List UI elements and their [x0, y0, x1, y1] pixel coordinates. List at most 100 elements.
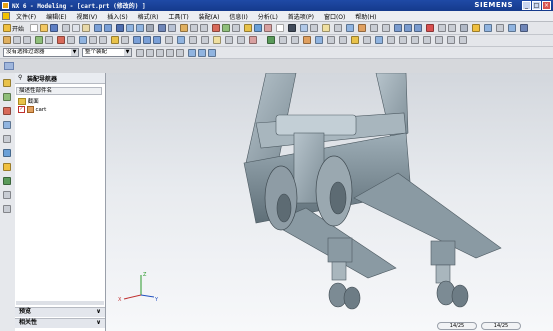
- menu-window[interactable]: 窗口(O): [320, 11, 349, 21]
- system-materials-icon[interactable]: [3, 163, 11, 171]
- menu-view[interactable]: 视图(V): [72, 11, 101, 21]
- thickness-icon[interactable]: [327, 36, 335, 44]
- assembly-icon[interactable]: [244, 24, 252, 32]
- rotate-icon[interactable]: [146, 24, 154, 32]
- assembly-navigator-icon[interactable]: [3, 79, 11, 87]
- history-icon[interactable]: [3, 149, 11, 157]
- snap-mid-icon[interactable]: [208, 49, 216, 57]
- nx-app-icon[interactable]: [2, 2, 9, 9]
- assembly-scope-select[interactable]: 整个装配 ▼: [82, 48, 132, 57]
- constraint-navigator-icon[interactable]: [3, 93, 11, 101]
- start-button[interactable]: 开始: [12, 24, 24, 33]
- array-icon[interactable]: [447, 36, 455, 44]
- line-icon[interactable]: [143, 36, 151, 44]
- menu-preferences[interactable]: 首选项(P): [284, 11, 318, 21]
- menu-insert[interactable]: 插入(S): [103, 11, 132, 21]
- shaded-icon[interactable]: [158, 24, 166, 32]
- snap-point-icon[interactable]: [188, 49, 196, 57]
- hide-icon[interactable]: [438, 24, 446, 32]
- paste-icon[interactable]: [82, 24, 90, 32]
- pan-icon[interactable]: [136, 24, 144, 32]
- clone-icon[interactable]: [459, 36, 467, 44]
- selection-filter-select[interactable]: 没有选择过滤器 ▼: [3, 48, 79, 57]
- web-browser-icon[interactable]: [3, 135, 11, 143]
- feature-icon[interactable]: [3, 36, 11, 44]
- select-all-icon[interactable]: [136, 49, 144, 57]
- curve-icon[interactable]: [133, 36, 141, 44]
- navigator-pin-icon[interactable]: ⚲: [18, 74, 22, 81]
- datum-icon[interactable]: [322, 24, 330, 32]
- tree-row-cart[interactable]: ✓ cart: [18, 106, 46, 113]
- graphics-window[interactable]: Z X Y 14/25 14/25: [106, 73, 553, 331]
- sequence-icon[interactable]: [387, 36, 395, 44]
- help-icon[interactable]: [472, 24, 480, 32]
- start-icon[interactable]: [3, 24, 11, 32]
- sketch-icon[interactable]: [180, 24, 188, 32]
- arc-icon[interactable]: [153, 36, 161, 44]
- snap-end-icon[interactable]: [198, 49, 206, 57]
- unite-icon[interactable]: [89, 36, 97, 44]
- menu-assembly[interactable]: 装配(A): [195, 11, 224, 21]
- material-icon[interactable]: [358, 24, 366, 32]
- offset-icon[interactable]: [121, 36, 129, 44]
- dimension-icon[interactable]: [225, 36, 233, 44]
- revolve-icon[interactable]: [200, 24, 208, 32]
- view-front-icon[interactable]: [394, 24, 402, 32]
- shell-icon[interactable]: [67, 36, 75, 44]
- copy-icon[interactable]: [72, 24, 80, 32]
- minimize-button[interactable]: _: [522, 1, 531, 10]
- section-icon[interactable]: [334, 24, 342, 32]
- pocket-icon[interactable]: [35, 36, 43, 44]
- curvature-icon[interactable]: [303, 36, 311, 44]
- save-icon[interactable]: [50, 24, 58, 32]
- customize-icon[interactable]: [496, 24, 504, 32]
- show-icon[interactable]: [448, 24, 456, 32]
- orient-icon[interactable]: [310, 24, 318, 32]
- layer-icon[interactable]: [300, 24, 308, 32]
- dependencies-panel[interactable]: 相关性 ∨: [15, 318, 105, 328]
- full-screen-icon[interactable]: [520, 24, 528, 32]
- blend-icon[interactable]: [232, 24, 240, 32]
- roles-icon[interactable]: [3, 191, 11, 199]
- face-icon[interactable]: [382, 24, 390, 32]
- note-icon[interactable]: [213, 36, 221, 44]
- select-edge-icon[interactable]: [176, 49, 184, 57]
- system-scenes-icon[interactable]: [3, 205, 11, 213]
- edge-icon[interactable]: [370, 24, 378, 32]
- menu-edit[interactable]: 编辑(E): [42, 11, 70, 21]
- interference-icon[interactable]: [351, 36, 359, 44]
- explode-icon[interactable]: [375, 36, 383, 44]
- display-icon[interactable]: [288, 24, 296, 32]
- select-feature-icon[interactable]: [146, 49, 154, 57]
- csys-icon[interactable]: [189, 36, 197, 44]
- wireframe-icon[interactable]: [168, 24, 176, 32]
- analysis-icon[interactable]: [267, 36, 275, 44]
- constraint-icon[interactable]: [264, 24, 272, 32]
- redo-icon[interactable]: [104, 24, 112, 32]
- select-face-icon[interactable]: [166, 49, 174, 57]
- surface-icon[interactable]: [237, 36, 245, 44]
- pattern-icon[interactable]: [222, 24, 230, 32]
- view-top-icon[interactable]: [404, 24, 412, 32]
- clearance-icon[interactable]: [363, 36, 371, 44]
- snap-icon[interactable]: [460, 24, 468, 32]
- menu-help[interactable]: 帮助(H): [351, 11, 380, 21]
- menu-file[interactable]: 文件(F): [12, 11, 40, 21]
- process-studio-icon[interactable]: [3, 177, 11, 185]
- subtract-icon[interactable]: [99, 36, 107, 44]
- hole-icon[interactable]: [13, 36, 21, 44]
- undo-icon[interactable]: [94, 24, 102, 32]
- extrude-icon[interactable]: [190, 24, 198, 32]
- view-iso-icon[interactable]: [414, 24, 422, 32]
- resource-bar-toggle-icon[interactable]: [4, 62, 14, 70]
- select-body-icon[interactable]: [156, 49, 164, 57]
- boss-icon[interactable]: [23, 36, 31, 44]
- sweep-icon[interactable]: [249, 36, 257, 44]
- mass-icon[interactable]: [339, 36, 347, 44]
- close-button[interactable]: ×: [542, 1, 551, 10]
- render-icon[interactable]: [346, 24, 354, 32]
- nx-menu-icon[interactable]: [2, 12, 10, 20]
- menu-tools[interactable]: 工具(T): [164, 11, 192, 21]
- reposition-icon[interactable]: [399, 36, 407, 44]
- menu-analysis[interactable]: 分析(L): [254, 11, 282, 21]
